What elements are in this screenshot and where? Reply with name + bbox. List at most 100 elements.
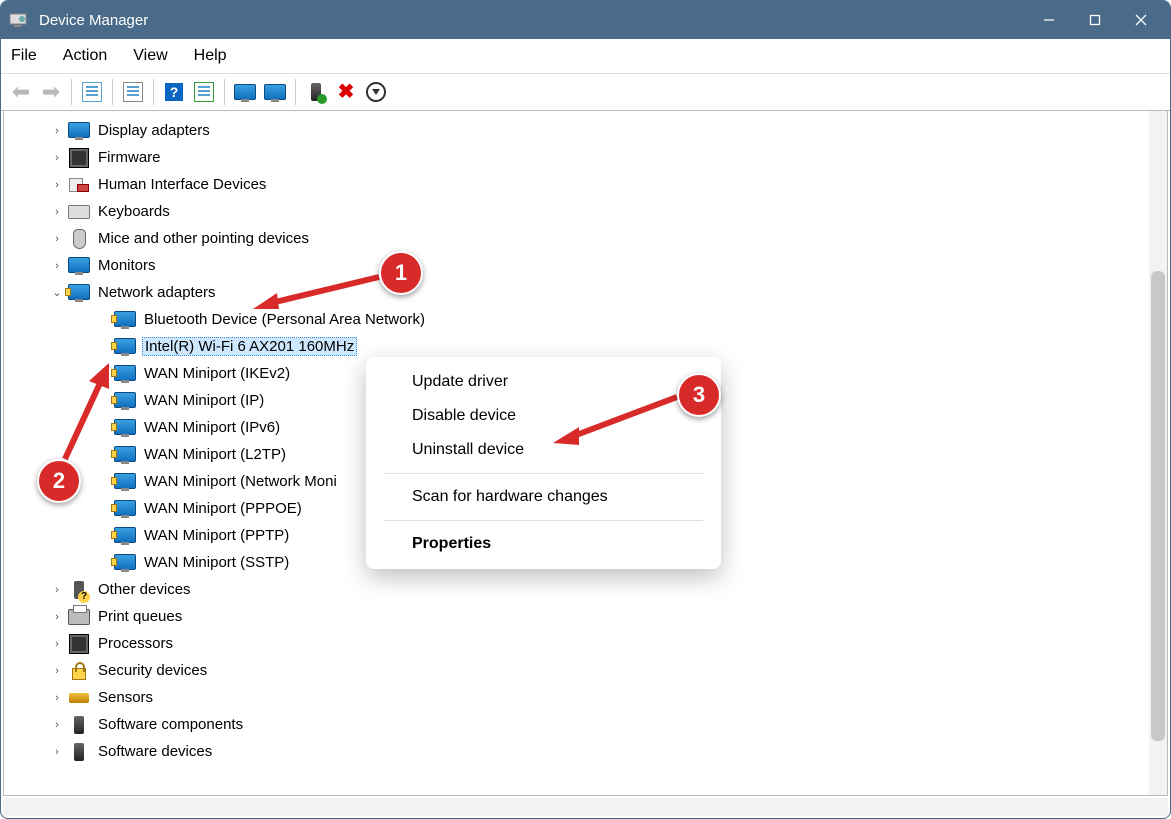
tree-device[interactable]: ›Intel(R) Wi-Fi 6 AX201 160MHz — [10, 333, 1147, 360]
device-label: WAN Miniport (IPv6) — [142, 419, 282, 436]
device-icon — [114, 498, 136, 520]
uninstall-device-toolbar-button[interactable]: ✖ — [332, 78, 360, 106]
category-icon — [68, 660, 90, 682]
device-label: WAN Miniport (IKEv2) — [142, 365, 292, 382]
category-label: Processors — [96, 635, 175, 652]
update-driver-toolbar-button[interactable] — [231, 78, 259, 106]
category-icon — [68, 741, 90, 763]
tree-category[interactable]: › Software components — [10, 711, 1147, 738]
menu-file[interactable]: File — [11, 47, 37, 65]
device-icon — [114, 336, 136, 358]
tree-category[interactable]: › Print queues — [10, 603, 1147, 630]
chevron-icon[interactable]: › — [50, 719, 64, 731]
menu-action[interactable]: Action — [63, 47, 107, 65]
device-label: WAN Miniport (L2TP) — [142, 446, 288, 463]
nav-back-button[interactable]: ⬅ — [7, 78, 35, 106]
category-icon — [68, 714, 90, 736]
tree-category[interactable]: ›Other devices — [10, 576, 1147, 603]
chevron-icon[interactable]: › — [50, 206, 64, 218]
tree-category[interactable]: › Keyboards — [10, 198, 1147, 225]
category-label: Monitors — [96, 257, 158, 274]
annotation-badge-2: 2 — [37, 459, 81, 503]
context-menu-item[interactable]: Scan for hardware changes — [366, 480, 721, 514]
device-label: WAN Miniport (PPTP) — [142, 527, 291, 544]
category-label: Software components — [96, 716, 245, 733]
device-label: Intel(R) Wi-Fi 6 AX201 160MHz — [142, 337, 357, 356]
tree-device[interactable]: ›Bluetooth Device (Personal Area Network… — [10, 306, 1147, 333]
chevron-icon[interactable]: › — [50, 611, 64, 623]
nav-forward-button[interactable]: ➡ — [37, 78, 65, 106]
tree-category[interactable]: › Monitors — [10, 252, 1147, 279]
context-menu-item[interactable]: Properties — [366, 527, 721, 561]
device-icon — [114, 525, 136, 547]
help-toolbar-button[interactable]: ? — [160, 78, 188, 106]
chevron-icon[interactable]: › — [50, 152, 64, 164]
category-label: Security devices — [96, 662, 209, 679]
tree-category[interactable]: › Processors — [10, 630, 1147, 657]
category-label: Sensors — [96, 689, 155, 706]
tree-category[interactable]: › Sensors — [10, 684, 1147, 711]
category-label: Firmware — [96, 149, 163, 166]
show-hidden-button[interactable] — [78, 78, 106, 106]
device-label: WAN Miniport (SSTP) — [142, 554, 291, 571]
chevron-icon[interactable]: › — [50, 125, 64, 137]
device-icon — [114, 552, 136, 574]
category-label: Print queues — [96, 608, 184, 625]
menu-view[interactable]: View — [133, 47, 167, 65]
category-label: Software devices — [96, 743, 214, 760]
context-menu-divider — [384, 520, 703, 521]
prop-sheet-button[interactable] — [190, 78, 218, 106]
tree-category[interactable]: › Human Interface Devices — [10, 171, 1147, 198]
chevron-icon[interactable]: › — [50, 692, 64, 704]
device-icon — [114, 471, 136, 493]
category-icon — [68, 687, 90, 709]
annotation-arrow-1 — [253, 271, 383, 311]
device-label: WAN Miniport (PPPOE) — [142, 500, 304, 517]
tree-category[interactable]: › Security devices — [10, 657, 1147, 684]
tree-category[interactable]: ›Display adapters — [10, 117, 1147, 144]
maximize-button[interactable] — [1072, 1, 1118, 39]
chevron-icon[interactable]: › — [50, 665, 64, 677]
category-icon — [68, 606, 90, 628]
context-menu: Update driverDisable deviceUninstall dev… — [366, 357, 721, 569]
tree-category[interactable]: ⌄ Network adapters — [10, 279, 1147, 306]
device-label: Bluetooth Device (Personal Area Network) — [142, 311, 427, 328]
context-menu-divider — [384, 473, 703, 474]
properties-toolbar-button[interactable] — [119, 78, 147, 106]
chevron-icon[interactable]: › — [50, 638, 64, 650]
chevron-icon[interactable]: › — [50, 746, 64, 758]
chevron-icon[interactable]: › — [50, 179, 64, 191]
category-icon — [68, 201, 90, 223]
enable-device-button[interactable] — [302, 78, 330, 106]
add-legacy-button[interactable] — [362, 78, 390, 106]
close-button[interactable] — [1118, 1, 1164, 39]
category-label: Keyboards — [96, 203, 172, 220]
chevron-icon[interactable]: › — [50, 260, 64, 272]
toolbar: ⬅ ➡ ? ✖ — [1, 73, 1170, 111]
category-label: Human Interface Devices — [96, 176, 268, 193]
chevron-icon[interactable]: › — [50, 584, 64, 596]
category-icon — [68, 147, 90, 169]
device-manager-window: Device Manager File Action View Help ⬅ ➡… — [0, 0, 1171, 819]
category-label: Network adapters — [96, 284, 218, 301]
menu-help[interactable]: Help — [194, 47, 227, 65]
category-icon — [68, 120, 90, 142]
tree-category[interactable]: › Mice and other pointing devices — [10, 225, 1147, 252]
tree-category[interactable]: › Software devices — [10, 738, 1147, 765]
category-icon — [68, 174, 90, 196]
category-icon — [68, 282, 90, 304]
scan-hardware-toolbar-button[interactable] — [261, 78, 289, 106]
category-label: Mice and other pointing devices — [96, 230, 311, 247]
vertical-scrollbar[interactable] — [1149, 111, 1167, 795]
annotation-arrow-3 — [553, 393, 681, 445]
chevron-icon[interactable]: › — [50, 233, 64, 245]
device-label: WAN Miniport (IP) — [142, 392, 266, 409]
minimize-button[interactable] — [1026, 1, 1072, 39]
horizontal-scrollbar[interactable] — [3, 798, 1168, 816]
titlebar: Device Manager — [1, 1, 1170, 39]
tree-category[interactable]: › Firmware — [10, 144, 1147, 171]
annotation-arrow-2 — [61, 361, 121, 463]
category-icon — [68, 579, 90, 601]
category-icon — [68, 228, 90, 250]
chevron-icon[interactable]: ⌄ — [50, 286, 64, 299]
